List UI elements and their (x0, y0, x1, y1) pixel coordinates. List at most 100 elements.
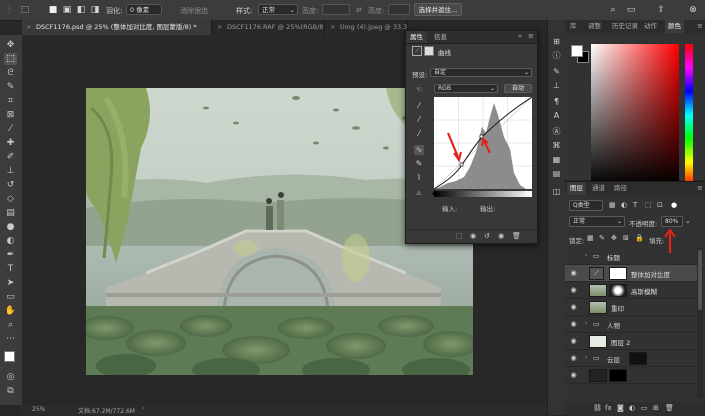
visibility-eye-icon[interactable]: ◉ (569, 320, 578, 329)
shape-icon[interactable]: ▭ (4, 291, 17, 303)
collapse-icon[interactable]: » (518, 32, 522, 40)
filter-smartobject-icon[interactable]: ⊡ (657, 201, 663, 209)
auto-button[interactable]: 自动 (504, 84, 532, 93)
expand-chevron-icon[interactable]: › (585, 354, 587, 361)
expand-chevron-icon[interactable]: › (585, 252, 587, 259)
tab-color[interactable]: 颜色 (665, 20, 684, 33)
panel-menu-icon[interactable]: ≡ (697, 22, 703, 30)
filter-pixel-icon[interactable]: ▦ (609, 201, 616, 209)
zoom-level[interactable]: 25% (32, 406, 45, 413)
visibility-eye-icon[interactable]: ◉ (569, 303, 578, 312)
close-tab-icon[interactable]: × (26, 20, 31, 35)
search-icon[interactable]: ⌕ (608, 5, 618, 15)
layer-row-contrast-adjust[interactable]: ◉ ⟋ 整体加对比度 (565, 265, 697, 282)
preset-select[interactable]: 自定 ⌄ (430, 68, 532, 77)
antialias-checkbox[interactable]: 消除锯齿 (180, 6, 208, 16)
layer-row-gaussian-blur[interactable]: ◉ 高斯模糊 (565, 282, 697, 299)
intersect-selection-icon[interactable]: ◨ (90, 5, 100, 15)
swatches-icon[interactable]: ▦ (551, 154, 562, 165)
new-layer-icon[interactable]: ⊞ (653, 404, 659, 412)
layer-mask-thumbnail[interactable] (629, 352, 647, 365)
white-slider-icon[interactable]: △ (524, 189, 529, 196)
hand-icon[interactable]: ✋ (4, 305, 17, 317)
style-select[interactable]: 正常 ⌄ (258, 4, 298, 15)
delete-layer-icon[interactable]: 🗑 (665, 404, 674, 412)
marquee-tool-preset-icon[interactable]: ⬚ (20, 5, 30, 15)
type-icon[interactable]: T (4, 263, 17, 275)
visibility-eye-icon[interactable]: ◉ (569, 354, 578, 363)
layer-row-layer2[interactable]: ◉ 图层 2 (565, 333, 697, 350)
move-tool-icon[interactable]: ✥ (4, 39, 17, 51)
layer-mask-icon[interactable] (424, 46, 434, 56)
zoom-icon[interactable]: ⌕ (4, 319, 17, 331)
clone-source-icon[interactable]: ⊥ (551, 80, 562, 91)
tab-dscf1176-raf[interactable]: × DSCF1176.RAF @ 25%(RGB/8) (213, 20, 325, 35)
character-icon[interactable]: A (551, 110, 562, 121)
quick-mask-icon[interactable]: ◎ (4, 371, 17, 383)
clip-to-layer-icon[interactable]: ⬚ (456, 232, 463, 240)
tab-libraries[interactable]: 库 (567, 20, 580, 33)
swap-icon[interactable]: ⇄ (356, 6, 362, 14)
add-selection-icon[interactable]: ▣ (62, 5, 72, 15)
status-arrow-icon[interactable]: › (142, 405, 144, 412)
black-point-eyedropper-icon[interactable]: ⁄ (414, 101, 424, 111)
crop-icon[interactable]: ⌗ (4, 95, 17, 107)
tab-history[interactable]: 历史记录 (609, 20, 641, 33)
clone-stamp-icon[interactable]: ⊥ (4, 165, 17, 177)
properties-panel-icon[interactable]: ⊞ (551, 36, 562, 47)
new-adjustment-icon[interactable]: ◐ (629, 404, 635, 412)
visibility-icon[interactable]: ◉ (498, 232, 504, 240)
visibility-eye-icon[interactable]: ◉ (569, 337, 578, 346)
clipping-warning-icon[interactable]: ⚠ (414, 189, 424, 199)
filter-shape-icon[interactable]: ⬚ (645, 201, 652, 209)
panel-menu-icon[interactable]: ≡ (697, 184, 703, 192)
pen-icon[interactable]: ✒ (4, 249, 17, 261)
layer-filter-select[interactable]: Q类型 (569, 200, 603, 211)
panel-menu-icon[interactable]: ≡ (528, 32, 534, 40)
curve-point-tool-icon[interactable]: ∿ (414, 145, 424, 155)
frame-icon[interactable]: ⊠ (4, 109, 17, 121)
white-point-eyedropper-icon[interactable]: ⁄ (414, 129, 424, 139)
layers-scrollbar[interactable] (697, 248, 703, 398)
paragraph-icon[interactable]: ¶ (551, 96, 562, 107)
gradients-icon[interactable]: ▤ (551, 168, 562, 179)
share-icon[interactable]: ⇪ (656, 5, 666, 15)
lock-pixels-icon[interactable]: ▦ (587, 234, 594, 242)
filter-toggle-icon[interactable]: ● (671, 201, 677, 209)
tab-dscf1176-psd[interactable]: × DSCF1176.psd @ 25% (整体加对比度, 图层蒙版/8) * (22, 20, 212, 35)
curves-graph[interactable] (434, 97, 532, 189)
foreground-color-swatch[interactable] (571, 45, 583, 57)
healing-brush-icon[interactable]: ✚ (4, 137, 17, 149)
link-layers-icon[interactable]: ⛓ (593, 404, 602, 412)
tab-paths[interactable]: 路径 (611, 182, 630, 195)
close-icon[interactable]: ⊗ (688, 5, 698, 15)
lock-paint-icon[interactable]: ✎ (599, 234, 605, 242)
delete-icon[interactable]: 🗑 (512, 232, 521, 240)
eraser-icon[interactable]: ◇ (4, 193, 17, 205)
path-select-icon[interactable]: ➤ (4, 277, 17, 289)
new-group-icon[interactable]: ▭ (641, 404, 648, 412)
blur-icon[interactable]: ● (4, 221, 17, 233)
close-tab-icon[interactable]: × (217, 20, 222, 35)
black-slider-icon[interactable]: ▲ (432, 189, 437, 196)
expand-chevron-icon[interactable]: › (585, 320, 587, 327)
visibility-eye-icon[interactable]: ◉ (569, 371, 578, 380)
lock-artboard-icon[interactable]: ⊠ (623, 234, 629, 242)
glyphs-icon[interactable]: Ⓐ (551, 126, 562, 137)
filter-type-icon[interactable]: T (633, 201, 637, 209)
quick-select-icon[interactable]: ✎ (4, 81, 17, 93)
visibility-eye-icon[interactable] (569, 252, 578, 261)
blend-mode-select[interactable]: 正常 ⌄ (569, 216, 625, 227)
layer-row-clouds-group[interactable]: ◉ › ▭ 云层 (565, 350, 697, 367)
close-tab-icon[interactable]: × (330, 20, 335, 35)
lock-all-icon[interactable]: 🔒 (635, 234, 644, 242)
rectangular-marquee-icon[interactable]: ⬚ (4, 53, 17, 65)
tab-actions[interactable]: 动作 (641, 20, 660, 33)
layer-row-title-group[interactable]: › ▭ 标题 (565, 248, 697, 265)
foreground-color-swatch[interactable] (4, 351, 15, 362)
select-and-mask-button[interactable]: 选择并遮住... (414, 3, 462, 16)
tab-info[interactable]: 信息 (430, 31, 451, 43)
new-selection-icon[interactable]: ■ (48, 5, 58, 15)
lasso-icon[interactable]: ᘓ (4, 67, 17, 79)
layer-row-stamp[interactable]: ◉ 重印 (565, 299, 697, 316)
